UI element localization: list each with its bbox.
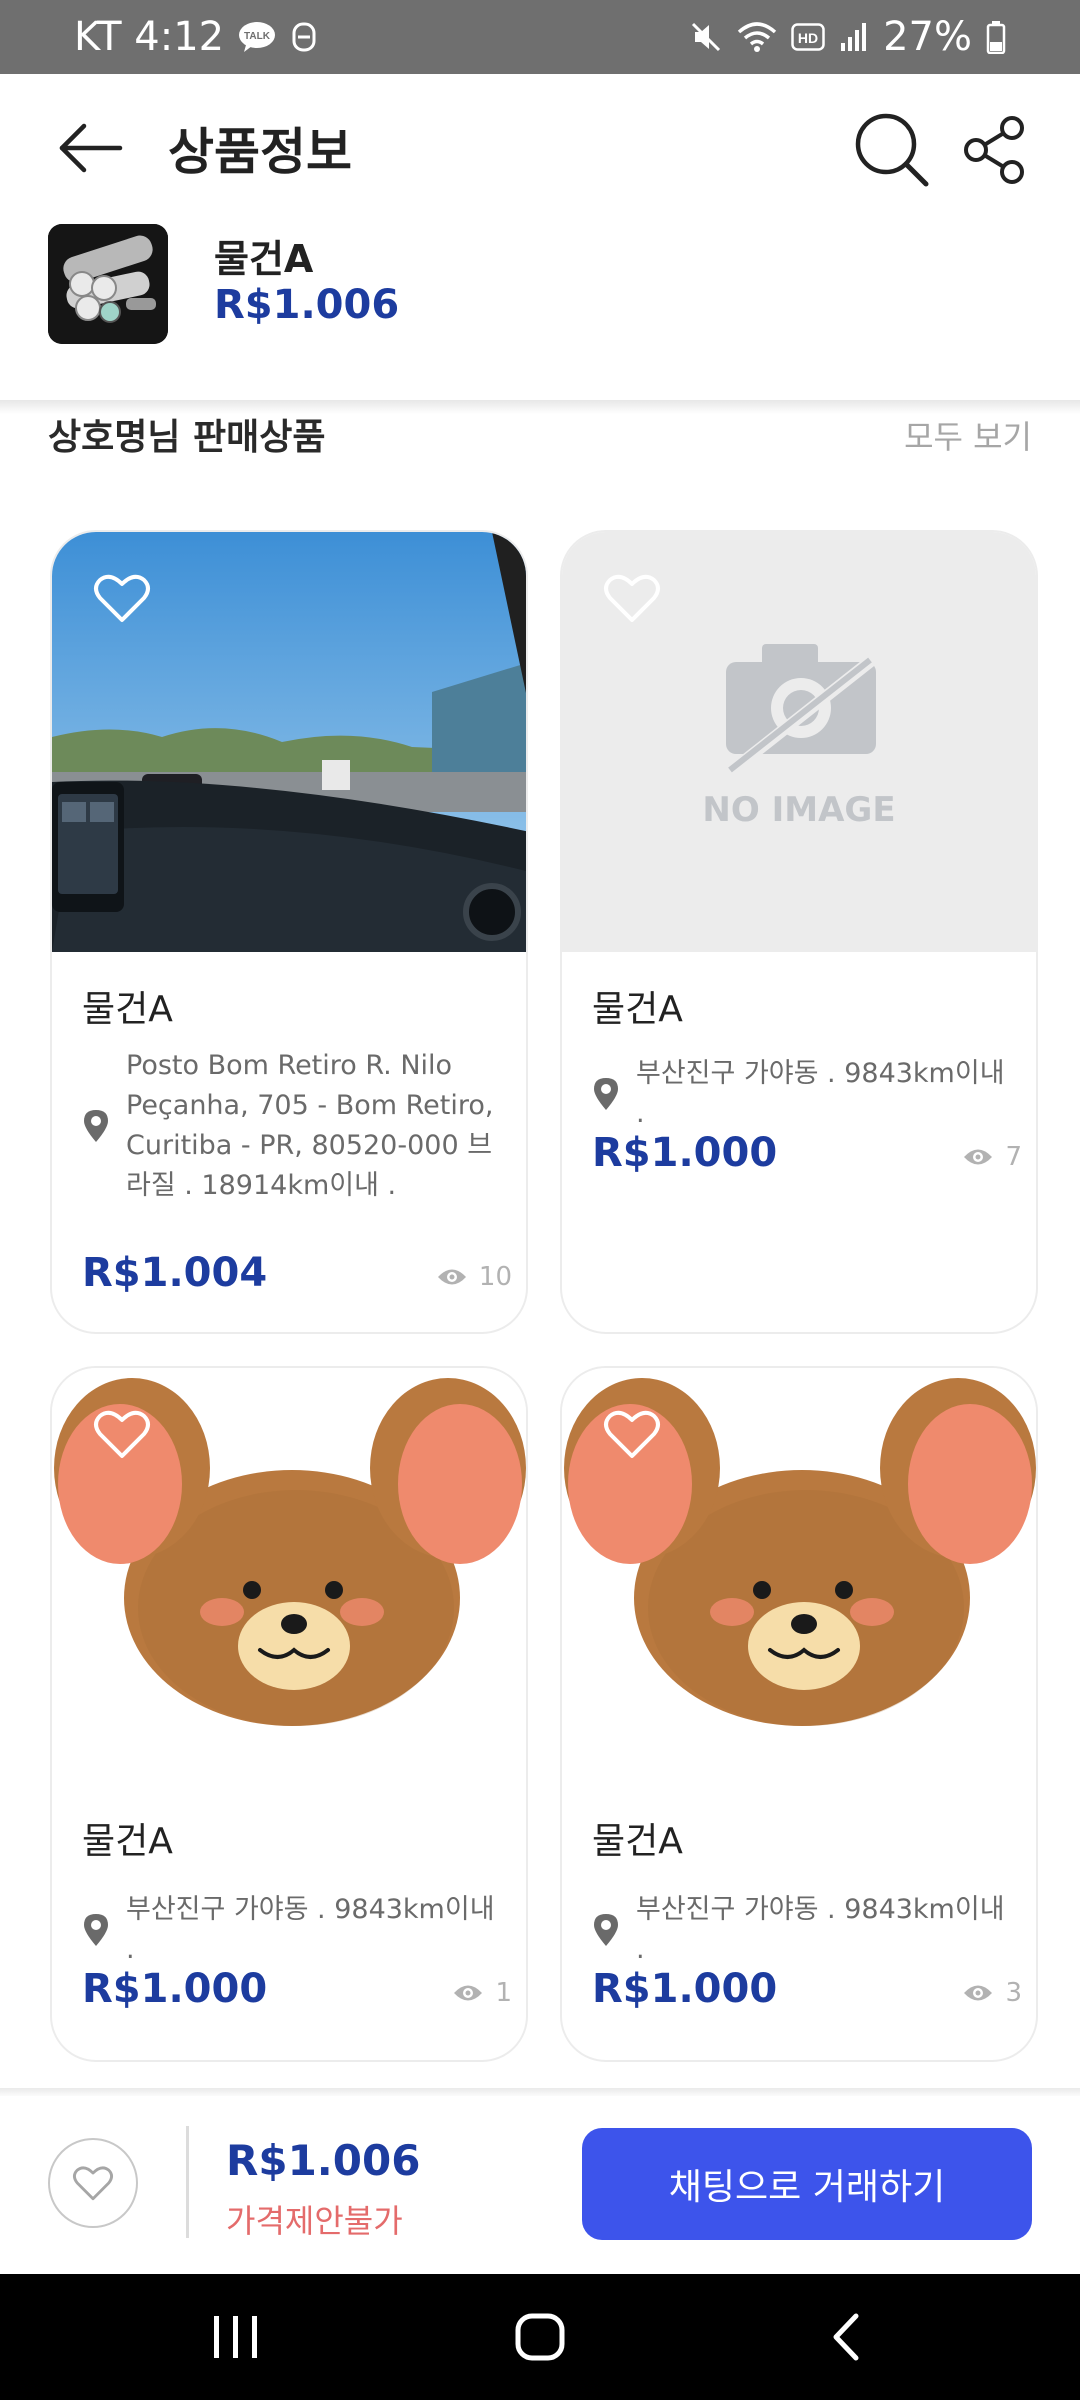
- view-count: 1: [453, 1978, 512, 2008]
- card-title: 물건A: [82, 1821, 173, 1862]
- location-pin-icon: [84, 1110, 108, 1142]
- recent-apps-button[interactable]: [206, 2310, 266, 2364]
- svg-text:TALK: TALK: [244, 31, 271, 42]
- product-card[interactable]: NO IMAGE 물건A 부산진구 가야동 . 9843km이내 . R$1.0…: [560, 530, 1038, 1334]
- page-title: 상품정보: [168, 123, 352, 181]
- share-icon: [964, 116, 1024, 184]
- share-button[interactable]: [960, 114, 1028, 186]
- search-icon: [855, 113, 929, 187]
- location-text: 부산진구 가야동 . 9843km이내 .: [636, 1058, 1005, 1129]
- card-location: 부산진구 가야동 . 9843km이내 .: [82, 1890, 506, 1970]
- location-pin-icon: [594, 1078, 618, 1110]
- card-location: 부산진구 가야동 . 9843km이내 .: [592, 1890, 1016, 1970]
- location-text: Posto Bom Retiro R. Nilo Peçanha, 705 - …: [126, 1050, 494, 1201]
- card-price: R$1.004: [82, 1250, 268, 1296]
- product-card[interactable]: 물건A 부산진구 가야동 . 9843km이내 . R$1.000 3: [560, 1366, 1038, 2062]
- wifi-icon: [737, 20, 777, 54]
- app-notification-icon: [290, 20, 318, 54]
- view-count: 3: [963, 1978, 1022, 2008]
- view-count: 10: [437, 1262, 512, 1292]
- mute-icon: [689, 20, 723, 54]
- eye-icon: [964, 1985, 993, 2001]
- svg-text:HD: HD: [798, 30, 818, 46]
- status-bar: KT 4:12 TALK HD 27%: [0, 0, 1080, 74]
- back-nav-button[interactable]: [818, 2310, 878, 2364]
- location-pin-icon: [84, 1914, 108, 1946]
- view-count: 7: [963, 1142, 1022, 1172]
- heart-icon[interactable]: [92, 1406, 152, 1462]
- system-navigation-bar: [0, 2274, 1080, 2400]
- heart-icon: [73, 2166, 113, 2201]
- signal-icon: [839, 21, 869, 53]
- product-name: 물건A: [214, 237, 314, 281]
- location-pin-icon: [594, 1914, 618, 1946]
- card-title: 물건A: [592, 989, 683, 1030]
- view-all-link[interactable]: 모두 보기: [904, 412, 1032, 458]
- section-title: 상호명님 판매상품: [48, 417, 326, 458]
- card-location: Posto Bom Retiro R. Nilo Peçanha, 705 - …: [82, 1046, 506, 1206]
- home-button[interactable]: [510, 2310, 570, 2364]
- app-screen: KT 4:12 TALK HD 27% 상품정보 물건A R$1.006 상호명…: [0, 0, 1080, 2400]
- battery-icon: [986, 20, 1006, 54]
- view-count-value: 1: [495, 1978, 512, 2008]
- hd-icon: HD: [791, 23, 825, 51]
- divider: [186, 2126, 189, 2238]
- view-count-value: 10: [478, 1262, 512, 1292]
- product-summary: 물건A R$1.006: [0, 222, 1080, 400]
- no-image-label: NO IMAGE: [702, 790, 896, 830]
- card-price: R$1.000: [592, 1130, 778, 1176]
- arrow-left-icon: [59, 123, 123, 173]
- card-price: R$1.000: [82, 1966, 268, 2012]
- battery-percent: 27%: [883, 14, 972, 60]
- card-price: R$1.000: [592, 1966, 778, 2012]
- card-title: 물건A: [592, 1821, 683, 1862]
- negotiation-status: 가격제안불가: [226, 2202, 403, 2240]
- eye-icon: [964, 1149, 993, 1165]
- card-location: 부산진구 가야동 . 9843km이내 .: [592, 1054, 1016, 1134]
- talk-notification-icon: TALK: [238, 21, 276, 53]
- top-app-bar: 상품정보: [0, 74, 1080, 222]
- carrier-time: KT 4:12: [74, 14, 225, 60]
- view-count-value: 7: [1005, 1142, 1022, 1172]
- back-button[interactable]: [56, 118, 128, 178]
- card-title: 물건A: [82, 989, 173, 1030]
- location-text: 부산진구 가야동 . 9843km이내 .: [636, 1894, 1005, 1965]
- heart-icon[interactable]: [92, 570, 152, 626]
- heart-icon[interactable]: [602, 1406, 662, 1462]
- search-button[interactable]: [852, 110, 932, 190]
- product-card[interactable]: 물건A 부산진구 가야동 . 9843km이내 . R$1.000 1: [50, 1366, 528, 2062]
- product-card[interactable]: 물건A Posto Bom Retiro R. Nilo Peçanha, 70…: [50, 530, 528, 1334]
- heart-icon[interactable]: [602, 570, 662, 626]
- total-price: R$1.006: [226, 2136, 421, 2185]
- chat-trade-button[interactable]: 채팅으로 거래하기: [582, 2128, 1032, 2240]
- eye-icon: [437, 1269, 466, 1285]
- view-count-value: 3: [1005, 1978, 1022, 2008]
- eye-icon: [454, 1985, 483, 2001]
- product-thumbnail[interactable]: [48, 224, 168, 344]
- location-text: 부산진구 가야동 . 9843km이내 .: [126, 1894, 495, 1965]
- bottom-action-bar: R$1.006 가격제안불가 채팅으로 거래하기: [0, 2096, 1080, 2274]
- product-price: R$1.006: [214, 282, 400, 328]
- wishlist-button[interactable]: [48, 2138, 138, 2228]
